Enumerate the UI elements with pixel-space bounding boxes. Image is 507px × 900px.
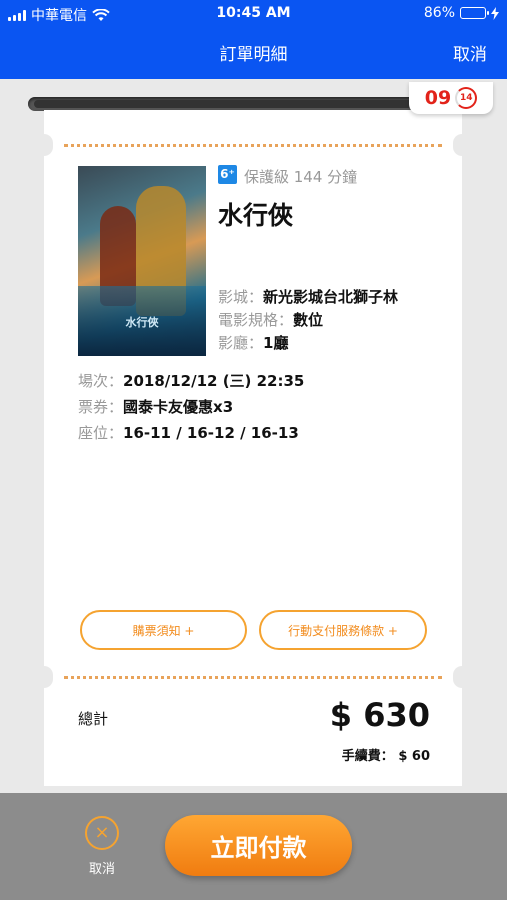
rating-icon: 6⁺ [218, 165, 237, 184]
dotted-divider [64, 144, 442, 147]
movie-poster: 水行俠 [78, 166, 206, 356]
total-label: 總計 [78, 710, 109, 728]
format-label: 電影規格： [218, 311, 294, 329]
page-title: 訂單明細 [219, 45, 288, 65]
session-label: 場次： [78, 372, 124, 390]
battery-percent: 86% [423, 5, 455, 21]
ticket-notch [35, 666, 53, 688]
countdown-timer: 09 14 [409, 82, 493, 114]
ticket-notch [35, 134, 53, 156]
cinema-label: 影城： [218, 288, 264, 306]
session-value: 2018/12/12 (三) 22:35 [123, 372, 305, 390]
ticket-notch [453, 134, 471, 156]
hall-value: 1廳 [263, 334, 289, 352]
cinema-value: 新光影城台北獅子林 [263, 288, 399, 306]
purchase-notice-button[interactable]: 購票須知 + [80, 610, 247, 650]
top-bar: 中華電信 10:45 AM 86% 訂單明細 取消 [0, 0, 507, 79]
movie-meta: 保護級 144 分鐘 [244, 168, 358, 186]
seat-label: 座位： [78, 424, 124, 442]
session-row: 場次：2018/12/12 (三) 22:35 [78, 370, 304, 391]
timer-seconds: 14 [455, 87, 478, 109]
status-bar: 中華電信 10:45 AM 86% [0, 0, 507, 28]
timer-minutes: 09 [424, 87, 452, 109]
charging-icon [491, 6, 499, 20]
movie-title: 水行俠 [218, 201, 294, 230]
total-amount: $ 630 [329, 696, 430, 734]
service-fee: 手續費： $ 60 [341, 749, 430, 764]
bottom-cancel-button[interactable]: × 取消 [80, 816, 124, 877]
status-right: 86% [424, 5, 499, 21]
ticket-type-label: 票券： [78, 398, 124, 416]
ticket-type-value: 國泰卡友優惠x3 [123, 398, 234, 416]
nav-cancel-button[interactable]: 取消 [453, 40, 487, 65]
hall-label: 影廳： [218, 334, 264, 352]
payment-terms-button[interactable]: 行動支付服務條款 + [259, 610, 427, 650]
seat-value: 16-11 / 16-12 / 16-13 [123, 424, 299, 442]
seat-row: 座位：16-11 / 16-12 / 16-13 [78, 422, 299, 443]
poster-title: 水行俠 [125, 316, 159, 329]
ticket-notch [453, 666, 471, 688]
hall-row: 影廳：1廳 [218, 332, 288, 353]
cinema-row: 影城：新光影城台北獅子林 [218, 286, 398, 307]
format-row: 電影規格：數位 [218, 309, 323, 330]
pay-now-button[interactable]: 立即付款 [165, 815, 352, 876]
ticket-card: 水行俠 6⁺ 保護級 144 分鐘 水行俠 影城：新光影城台北獅子林 電影規格：… [35, 110, 471, 786]
format-value: 數位 [293, 311, 324, 329]
ticket-type-row: 票券：國泰卡友優惠x3 [78, 396, 233, 417]
bottom-bar: × 取消 立即付款 [0, 793, 507, 900]
bottom-cancel-label[interactable]: 取消 [80, 858, 124, 877]
battery-icon [460, 7, 489, 19]
close-icon[interactable]: × [85, 816, 119, 850]
dotted-divider [64, 676, 442, 679]
